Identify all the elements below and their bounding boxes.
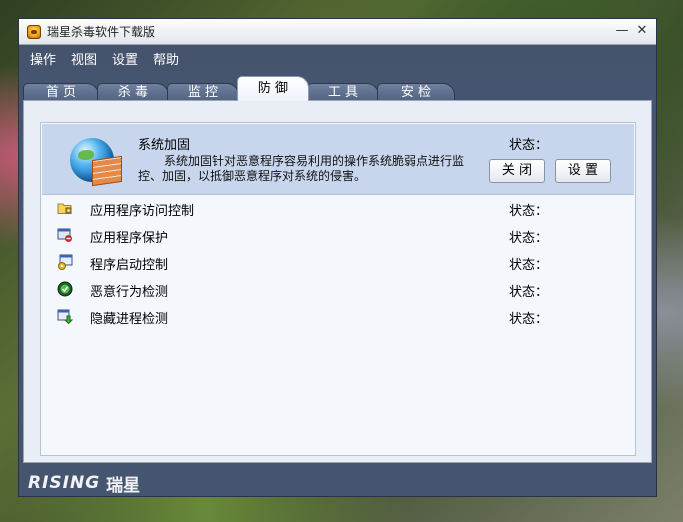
minimize-button[interactable]: — <box>614 23 630 39</box>
footer-bar: RISING 瑞星 <box>19 469 656 497</box>
tab-tools[interactable]: 工 具 <box>307 83 379 101</box>
list-item-app-protection[interactable]: 应用程序保护 状态： <box>41 222 635 249</box>
close-hardening-button[interactable]: 关 闭 <box>489 159 545 183</box>
tab-home[interactable]: 首 页 <box>23 83 99 101</box>
content-area: 系统加固 系统加固针对恶意程序容易利用的操作系统脆弱点进行监控、加固，以抵御恶意… <box>23 100 652 463</box>
item-label: 恶意行为检测 <box>90 285 169 300</box>
item-status: 状态： <box>509 285 549 300</box>
item-status: 状态： <box>509 258 549 273</box>
item-label: 隐藏进程检测 <box>90 312 169 327</box>
list-item-app-access-control[interactable]: 应用程序访问控制 状态： <box>41 195 635 222</box>
system-hardening-section[interactable]: 系统加固 系统加固针对恶意程序容易利用的操作系统脆弱点进行监控、加固，以抵御恶意… <box>42 124 634 195</box>
tab-defense[interactable]: 防 御 <box>237 76 309 101</box>
list-item-hidden-process-detection[interactable]: 隐藏进程检测 状态： <box>41 303 635 330</box>
item-status: 状态： <box>509 204 549 219</box>
tab-bar: 首 页 杀 毒 监 控 防 御 工 具 安 检 <box>23 75 653 101</box>
menu-bar: 操作 视图 设置 帮助 <box>19 45 656 71</box>
list-item-startup-control[interactable]: 程序启动控制 状态： <box>41 249 635 276</box>
hardening-settings-button[interactable]: 设 置 <box>555 159 611 183</box>
system-hardening-title: 系统加固 <box>138 138 191 153</box>
behavior-detect-icon <box>57 281 73 297</box>
app-block-icon <box>57 228 72 242</box>
brand-logo-cn: 瑞星 <box>106 475 141 496</box>
menu-settings[interactable]: 设置 <box>112 49 138 68</box>
window-title: 瑞星杀毒软件下载版 <box>47 25 156 39</box>
menu-view[interactable]: 视图 <box>71 49 97 68</box>
list-item-behavior-detection[interactable]: 恶意行为检测 状态： <box>41 276 635 303</box>
brand-logo-en: RISING <box>28 473 101 493</box>
tab-monitor[interactable]: 监 控 <box>167 83 239 101</box>
title-bar: 瑞星杀毒软件下载版 — ✕ <box>19 19 656 45</box>
rising-logo-icon <box>27 24 41 39</box>
system-hardening-status: 状态： <box>509 138 549 153</box>
item-label: 应用程序访问控制 <box>90 204 195 219</box>
menu-help[interactable]: 帮助 <box>153 49 179 68</box>
item-status: 状态： <box>509 231 549 246</box>
menu-operate[interactable]: 操作 <box>30 49 56 68</box>
startup-control-icon <box>58 254 73 270</box>
tab-security-check[interactable]: 安 检 <box>377 83 455 101</box>
folder-lock-icon <box>57 203 72 214</box>
item-label: 程序启动控制 <box>90 258 169 273</box>
main-window: 瑞星杀毒软件下载版 — ✕ 操作 视图 设置 帮助 首 页 杀 毒 监 控 防 … <box>18 18 657 497</box>
tab-scan[interactable]: 杀 毒 <box>97 83 169 101</box>
firewall-brick-icon <box>92 155 122 187</box>
close-window-button[interactable]: ✕ <box>634 23 650 39</box>
item-label: 应用程序保护 <box>90 231 169 246</box>
defense-panel: 系统加固 系统加固针对恶意程序容易利用的操作系统脆弱点进行监控、加固，以抵御恶意… <box>40 122 636 456</box>
item-status: 状态： <box>509 312 549 327</box>
system-hardening-description: 系统加固针对恶意程序容易利用的操作系统脆弱点进行监控、加固，以抵御恶意程序对系统… <box>138 154 465 183</box>
hidden-process-icon <box>57 309 73 324</box>
